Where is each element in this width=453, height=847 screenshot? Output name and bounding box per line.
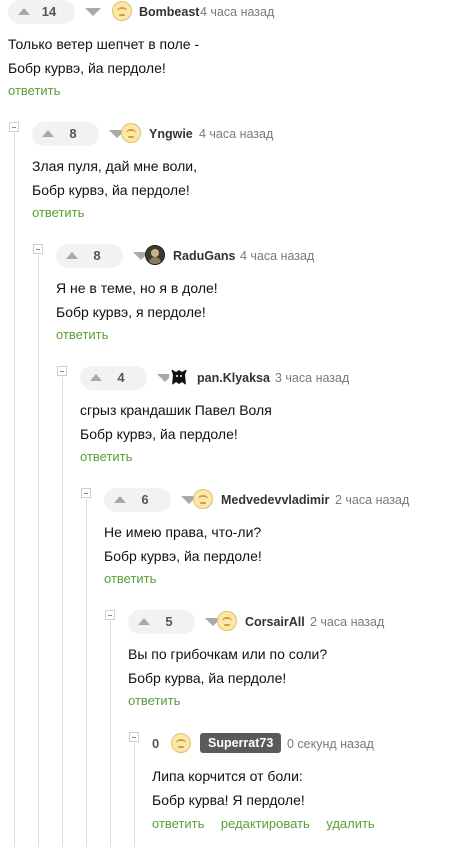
comment: 5 CorsairAll 2 часа назад Вы по грибочка… xyxy=(128,610,384,710)
comment-header: 4 pan.Klyaksa 3 часа назад xyxy=(80,366,349,390)
reply-link[interactable]: ответить xyxy=(104,571,156,587)
comment-score: 0 xyxy=(152,736,160,751)
default-avatar-icon[interactable] xyxy=(171,733,191,753)
default-avatar-icon[interactable] xyxy=(217,611,237,631)
comment-line: Бобр курва, йа пердоле! xyxy=(128,670,287,686)
current-user-badge[interactable]: Superrat73 xyxy=(200,733,282,753)
thread-line xyxy=(110,621,111,847)
thread-line xyxy=(134,743,135,847)
upvote-arrow-icon[interactable] xyxy=(138,618,150,625)
comment-line: Бобр курвэ, йа пердоле! xyxy=(80,426,238,442)
upvote-arrow-icon[interactable] xyxy=(114,496,126,503)
comment: 8 RaduGans 4 часа назад Я не в теме, но … xyxy=(56,244,314,344)
wolf-avatar-icon[interactable] xyxy=(169,367,189,387)
comment-header: 5 CorsairAll 2 часа назад xyxy=(128,610,384,634)
thread-line xyxy=(62,377,63,847)
comment-line: Вы по грибочкам или по соли? xyxy=(128,646,328,662)
comment-time: 4 часа назад xyxy=(200,5,275,19)
collapse-thread-button[interactable] xyxy=(129,732,139,742)
comment-time: 3 часа назад xyxy=(275,371,350,385)
collapse-thread-button[interactable] xyxy=(57,366,67,376)
reply-link[interactable]: ответить xyxy=(128,693,180,709)
comment-author[interactable]: Bombeast xyxy=(139,4,199,20)
upvote-arrow-icon[interactable] xyxy=(66,252,78,259)
comment-author[interactable]: RaduGans xyxy=(173,248,236,264)
comment-line: Злая пуля, дай мне воли, xyxy=(32,158,198,174)
thread-line xyxy=(86,499,87,847)
comment-header: 6 Medvedevvladimir 2 часа назад xyxy=(104,488,409,512)
reply-link[interactable]: ответить xyxy=(152,816,204,832)
comment-text: Вы по грибочкам или по соли? Бобр курва,… xyxy=(128,642,327,690)
comment-score: 8 xyxy=(93,248,101,263)
comment-text: Не имею права, что-ли? Бобр курвэ, йа пе… xyxy=(104,520,262,568)
comment: 4 pan.Klyaksa 3 часа назад сгрыз крандаш… xyxy=(80,366,349,466)
collapse-thread-button[interactable] xyxy=(105,610,115,620)
wolf-icon xyxy=(171,369,187,385)
comment-text: Липа корчится от боли: Бобр курва! Я пер… xyxy=(152,764,387,812)
comment-line: Я не в теме, но я в доле! xyxy=(56,280,218,296)
comment-author[interactable]: CorsairAll xyxy=(245,614,305,630)
comment-score: 14 xyxy=(41,4,57,19)
comment: 8 Yngwie 4 часа назад Злая пуля, дай мне… xyxy=(32,122,273,222)
default-avatar-icon[interactable] xyxy=(121,123,141,143)
comment-line: Бобр курвэ, йа пердоле! xyxy=(8,60,166,76)
comment-author[interactable]: Yngwie xyxy=(149,126,193,142)
comment-line: Не имею права, что-ли? xyxy=(104,524,262,540)
comment-line: Бобр курвэ, йа пердоле! xyxy=(32,182,190,198)
comment-text: сгрыз крандашик Павел Воля Бобр курвэ, й… xyxy=(80,398,272,446)
comment-text: Я не в теме, но я в доле! Бобр курвэ, я … xyxy=(56,276,218,324)
reply-link[interactable]: ответить xyxy=(56,327,108,343)
comment: 6 Medvedevvladimir 2 часа назад Не имею … xyxy=(104,488,409,588)
own-comment: 0 Superrat73 0 секунд назад Липа корчитс… xyxy=(152,732,387,833)
comment-line: сгрыз крандашик Павел Воля xyxy=(80,402,272,418)
thread-line xyxy=(38,255,39,847)
comment-time: 0 секунд назад xyxy=(287,737,374,751)
comment-header: 0 Superrat73 0 секунд назад xyxy=(152,732,387,756)
comment-line: Липа корчится от боли: xyxy=(152,768,303,784)
comment-score: 5 xyxy=(165,614,173,629)
comment-score: 8 xyxy=(69,126,77,141)
comment-header: 8 Yngwie 4 часа назад xyxy=(32,122,273,146)
upvote-arrow-icon[interactable] xyxy=(42,130,54,137)
collapse-thread-button[interactable] xyxy=(9,122,19,132)
user-photo-avatar[interactable] xyxy=(145,245,165,265)
comment-score: 6 xyxy=(141,492,149,507)
downvote-arrow-icon[interactable] xyxy=(85,8,101,16)
comment-line: Бобр курвэ, я пердоле! xyxy=(56,304,206,320)
collapse-thread-button[interactable] xyxy=(33,244,43,254)
comment-text: Злая пуля, дай мне воли, Бобр курвэ, йа … xyxy=(32,154,197,202)
comment-time: 2 часа назад xyxy=(310,615,385,629)
reply-link[interactable]: ответить xyxy=(8,83,60,99)
comment: 14 Bombeast 4 часа назад Только ветер ше… xyxy=(8,0,274,100)
edit-link[interactable]: редактировать xyxy=(221,816,310,832)
comment-score: 4 xyxy=(117,370,125,385)
delete-link[interactable]: удалить xyxy=(326,816,374,832)
default-avatar-icon[interactable] xyxy=(112,1,132,21)
comment-header: 8 RaduGans 4 часа назад xyxy=(56,244,314,268)
comment-time: 2 часа назад xyxy=(335,493,410,507)
collapse-thread-button[interactable] xyxy=(81,488,91,498)
comment-author[interactable]: Medvedevvladimir xyxy=(221,492,329,508)
comment-line: Только ветер шепчет в поле - xyxy=(8,36,200,52)
comment-header: 14 Bombeast 4 часа назад xyxy=(8,0,274,24)
reply-link[interactable]: ответить xyxy=(32,205,84,221)
upvote-arrow-icon[interactable] xyxy=(90,374,102,381)
default-avatar-icon[interactable] xyxy=(193,489,213,509)
comment-text: Только ветер шепчет в поле - Бобр курвэ,… xyxy=(8,32,199,80)
comment-line: Бобр курвэ, йа пердоле! xyxy=(104,548,262,564)
comment-time: 4 часа назад xyxy=(199,127,274,141)
comment-author[interactable]: pan.Klyaksa xyxy=(197,370,270,386)
thread-line xyxy=(14,133,15,847)
comment-line: Бобр курва! Я пердоле! xyxy=(152,792,305,808)
comment-actions: ответить редактировать удалить xyxy=(152,815,387,833)
reply-link[interactable]: ответить xyxy=(80,449,132,465)
comment-time: 4 часа назад xyxy=(240,249,315,263)
upvote-arrow-icon[interactable] xyxy=(18,8,30,15)
